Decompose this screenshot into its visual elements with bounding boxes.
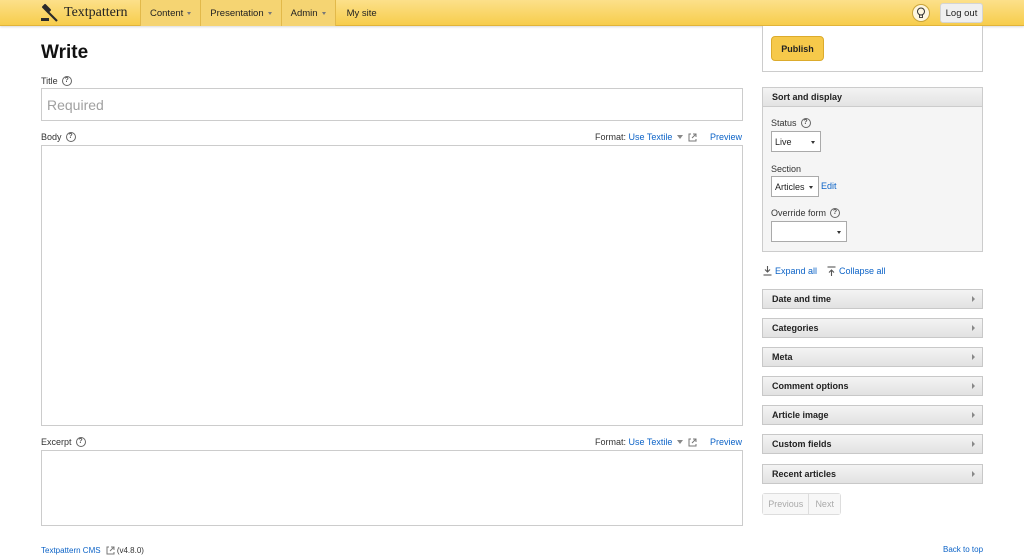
panel-comment-options[interactable]: Comment options <box>762 376 983 396</box>
nav-content[interactable]: Content <box>140 0 201 26</box>
panel-custom-fields[interactable]: Custom fields <box>762 434 983 454</box>
nav-presentation[interactable]: Presentation <box>200 0 281 26</box>
expand-all-link[interactable]: Expand all <box>775 266 817 276</box>
chevron-right-icon <box>972 471 975 477</box>
excerpt-format-label: Format: <box>595 437 627 447</box>
help-icon[interactable]: ? <box>61 76 72 86</box>
chevron-right-icon <box>972 325 975 331</box>
panel-recent-articles[interactable]: Recent articles <box>762 464 983 484</box>
external-link-icon[interactable] <box>106 546 115 555</box>
section-edit-link[interactable]: Edit <box>821 181 837 191</box>
chevron-right-icon <box>972 412 975 418</box>
gavel-icon <box>41 3 58 22</box>
next-button[interactable]: Next <box>809 494 840 514</box>
collapse-all-control[interactable]: Collapse all <box>827 266 886 276</box>
chevron-down-icon <box>811 141 815 144</box>
panel-custom-fields-label: Custom fields <box>772 439 832 449</box>
collapse-icon <box>827 266 836 276</box>
body-format: Format: Use Textile <box>595 132 697 142</box>
body-format-label: Format: <box>595 132 627 142</box>
excerpt-preview-link[interactable]: Preview <box>710 437 742 447</box>
help-icon[interactable]: ? <box>75 437 86 447</box>
previous-button[interactable]: Previous <box>763 494 810 514</box>
section-select[interactable]: Articles <box>771 176 819 197</box>
excerpt-label-text: Excerpt <box>41 437 72 447</box>
lightbulb-button[interactable] <box>912 4 930 22</box>
body-label-text: Body <box>41 132 62 142</box>
status-select-value: Live <box>775 136 792 147</box>
section-select-value: Articles <box>775 181 805 192</box>
sort-display-heading[interactable]: Sort and display <box>762 87 983 107</box>
section-label-text: Section <box>771 164 802 174</box>
panel-categories[interactable]: Categories <box>762 318 983 338</box>
nav-my-site[interactable]: My site <box>334 0 388 26</box>
logout-button[interactable]: Log out <box>940 3 983 23</box>
status-label-text: Status <box>771 118 797 128</box>
chevron-down-icon[interactable] <box>677 135 684 139</box>
title-input[interactable] <box>41 88 743 121</box>
chevron-down-icon <box>321 11 326 15</box>
panel-article-image[interactable]: Article image <box>762 405 983 425</box>
chevron-down-icon <box>809 186 813 189</box>
external-link-icon[interactable] <box>688 438 697 447</box>
panel-categories-label: Categories <box>772 323 819 333</box>
pager: Previous Next <box>762 493 841 515</box>
collapse-all-link[interactable]: Collapse all <box>839 266 886 276</box>
panel-article-image-label: Article image <box>772 410 829 420</box>
body-preview-link[interactable]: Preview <box>710 132 742 142</box>
section-label: Section <box>771 164 801 174</box>
body-format-select[interactable]: Use Textile <box>629 132 673 142</box>
help-icon[interactable]: ? <box>830 208 841 218</box>
chevron-down-icon <box>837 231 841 234</box>
chevron-down-icon[interactable] <box>677 440 684 444</box>
panel-date-and-time[interactable]: Date and time <box>762 289 983 309</box>
panel-date-and-time-label: Date and time <box>772 294 832 304</box>
override-form-label: Override form ? <box>771 208 841 218</box>
panel-meta-label: Meta <box>772 352 793 362</box>
panel-meta[interactable]: Meta <box>762 347 983 367</box>
lightbulb-icon <box>917 7 925 18</box>
version-text: (v4.8.0) <box>116 546 144 555</box>
chevron-right-icon <box>972 354 975 360</box>
status-select[interactable]: Live <box>771 131 821 152</box>
cms-link[interactable]: Textpattern CMS <box>41 546 101 555</box>
main-nav: Content Presentation Admin My site <box>140 0 388 26</box>
status-label: Status ? <box>771 118 811 128</box>
title-label-text: Title <box>41 76 58 86</box>
external-link-icon[interactable] <box>688 133 697 142</box>
excerpt-format: Format: Use Textile <box>595 437 697 447</box>
nav-content-label: Content <box>150 7 184 19</box>
title-label: Title ? <box>41 76 72 86</box>
body-label: Body ? <box>41 132 76 142</box>
panel-comment-options-label: Comment options <box>772 381 849 391</box>
brand-logo[interactable]: Textpattern <box>40 3 128 23</box>
excerpt-textarea[interactable] <box>41 450 743 526</box>
chevron-down-icon <box>187 11 192 15</box>
nav-admin-label: Admin <box>290 7 318 19</box>
chevron-right-icon <box>972 441 975 447</box>
brand-name: Textpattern <box>64 5 128 20</box>
excerpt-label: Excerpt ? <box>41 437 86 447</box>
publish-button[interactable]: Publish <box>771 36 824 61</box>
back-to-top-link[interactable]: Back to top <box>943 545 983 554</box>
override-form-label-text: Override form <box>771 208 827 218</box>
top-bar: Textpattern Content Presentation Admin M… <box>0 0 1024 26</box>
nav-my-site-label: My site <box>346 7 377 19</box>
chevron-right-icon <box>972 383 975 389</box>
panel-recent-articles-label: Recent articles <box>772 469 837 479</box>
footer-credit: Textpattern CMS (v4.8.0) <box>41 546 144 555</box>
body-textarea[interactable] <box>41 145 743 426</box>
chevron-down-icon <box>267 11 272 15</box>
nav-admin[interactable]: Admin <box>280 0 335 26</box>
expand-all-control[interactable]: Expand all <box>763 266 817 276</box>
override-form-select[interactable] <box>771 221 847 242</box>
excerpt-format-select[interactable]: Use Textile <box>629 437 673 447</box>
help-icon[interactable]: ? <box>65 132 76 142</box>
expand-icon <box>763 266 772 276</box>
nav-presentation-label: Presentation <box>210 7 264 19</box>
help-icon[interactable]: ? <box>800 118 811 128</box>
page-title: Write <box>41 42 89 63</box>
chevron-right-icon <box>972 296 975 302</box>
